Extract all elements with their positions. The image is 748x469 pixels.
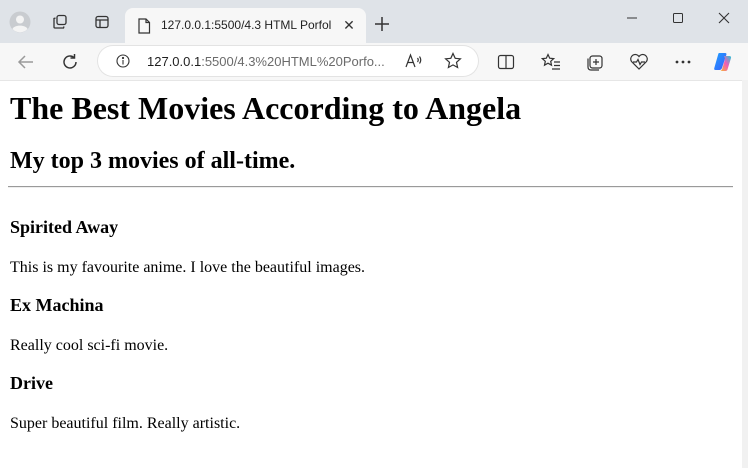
workspaces-icon[interactable] bbox=[48, 10, 72, 34]
web-page-content: The Best Movies According to Angela My t… bbox=[0, 80, 742, 469]
copilot-icon[interactable] bbox=[712, 51, 734, 73]
movie-title-2: Ex Machina bbox=[10, 295, 104, 315]
refresh-icon[interactable] bbox=[58, 50, 82, 74]
divider bbox=[8, 186, 733, 188]
tab-close-icon[interactable]: ✕ bbox=[340, 16, 358, 34]
browser-toolbar: 127.0.0.1:5500/4.3%20HTML%20Porfo... bbox=[0, 43, 748, 80]
split-screen-icon[interactable] bbox=[495, 51, 517, 73]
url-host: 127.0.0.1 bbox=[147, 54, 202, 69]
back-icon[interactable] bbox=[14, 50, 38, 74]
tab-actions-icon[interactable] bbox=[90, 10, 114, 34]
page-title: The Best Movies According to Angela bbox=[10, 90, 522, 126]
scrollbar[interactable] bbox=[742, 80, 748, 468]
close-window-icon[interactable] bbox=[708, 6, 740, 30]
tab-title: 127.0.0.1:5500/4.3 HTML Porfolio bbox=[161, 18, 331, 32]
movie-title-3: Drive bbox=[10, 373, 53, 393]
more-icon[interactable] bbox=[672, 51, 694, 73]
minimize-icon[interactable] bbox=[616, 6, 648, 30]
movie-description-2: Really cool sci-fi movie. bbox=[10, 337, 169, 354]
new-tab-button[interactable] bbox=[372, 14, 392, 34]
tab-active[interactable]: 127.0.0.1:5500/4.3 HTML Porfolio ✕ bbox=[125, 8, 366, 43]
browser-essentials-icon[interactable] bbox=[628, 51, 650, 73]
url-text: 127.0.0.1:5500/4.3%20HTML%20Porfo... bbox=[147, 54, 385, 69]
page-subtitle: My top 3 movies of all-time. bbox=[10, 148, 296, 174]
title-bar: 127.0.0.1:5500/4.3 HTML Porfolio ✕ bbox=[0, 0, 748, 43]
maximize-icon[interactable] bbox=[662, 6, 694, 30]
movie-description-1: This is my favourite anime. I love the b… bbox=[10, 259, 366, 276]
info-icon[interactable] bbox=[116, 54, 130, 68]
profile-icon[interactable] bbox=[8, 10, 32, 34]
address-bar[interactable]: 127.0.0.1:5500/4.3%20HTML%20Porfo... bbox=[98, 46, 478, 76]
favorite-star-icon[interactable] bbox=[443, 51, 463, 71]
collections-icon[interactable] bbox=[584, 51, 606, 73]
movie-description-3: Super beautiful film. Really artistic. bbox=[10, 415, 241, 432]
read-aloud-icon[interactable] bbox=[404, 51, 424, 71]
url-path: :5500/4.3%20HTML%20Porfo... bbox=[201, 54, 385, 69]
favorites-list-icon[interactable] bbox=[540, 51, 562, 73]
movie-title-1: Spirited Away bbox=[10, 217, 119, 237]
page-icon bbox=[137, 18, 151, 34]
